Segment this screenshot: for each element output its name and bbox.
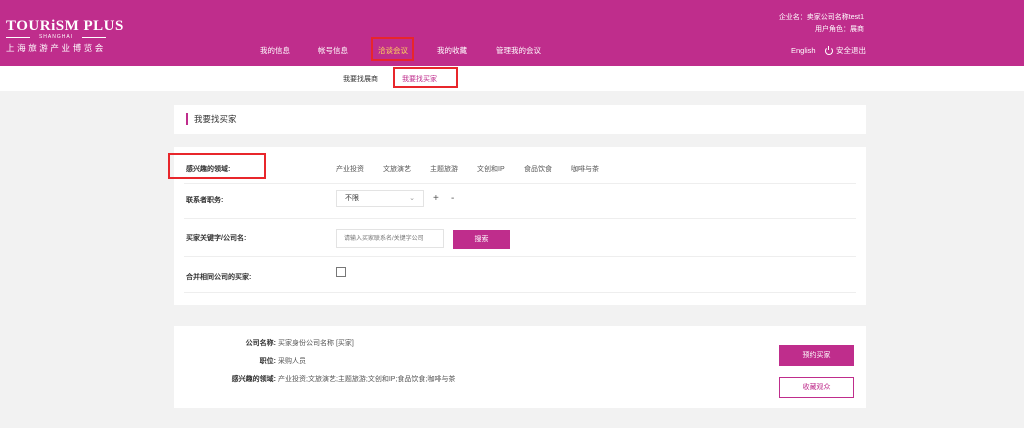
result-interest-value: 产业投资;文旅演艺;主题旅游;文创和IP;食品饮食;咖啡与茶 bbox=[278, 376, 456, 383]
logout-label: 安全退出 bbox=[836, 46, 866, 55]
highlight-box-nav bbox=[371, 37, 414, 61]
title-accent-bar bbox=[186, 113, 188, 125]
page-title-card: 我要找买家 bbox=[174, 105, 866, 134]
merge-label: 合并相同公司的买家: bbox=[186, 274, 252, 281]
highlight-box-interests bbox=[168, 153, 266, 179]
top-header: TOURiSM PLUS SHANGHAI 上海旅游产业博览会 我的信息 帐号信… bbox=[0, 0, 1024, 66]
logo[interactable]: TOURiSM PLUS SHANGHAI 上海旅游产业博览会 bbox=[6, 18, 124, 54]
user-info: 企业名：卖家公司名称test1 用户角色：展商 bbox=[779, 12, 864, 36]
logo-wordmark: TOURiSM PLUS bbox=[6, 18, 124, 34]
result-company-label: 公司名称: bbox=[245, 340, 276, 347]
interest-tag[interactable]: 咖啡与茶 bbox=[571, 164, 599, 174]
nav-account-info[interactable]: 帐号信息 bbox=[318, 44, 348, 58]
merge-company-checkbox[interactable] bbox=[336, 267, 346, 277]
nav-manage-meetings[interactable]: 管理我的会议 bbox=[496, 44, 541, 58]
result-position-label: 职位: bbox=[259, 358, 276, 365]
keyword-label: 买家关键字/公司名: bbox=[186, 235, 247, 242]
interest-tag[interactable]: 食品饮食 bbox=[524, 164, 552, 174]
page-title: 我要找买家 bbox=[194, 114, 237, 124]
search-button[interactable]: 搜索 bbox=[453, 230, 510, 249]
highlight-box-subnav bbox=[393, 67, 458, 88]
interest-tag[interactable]: 主题旅游 bbox=[430, 164, 458, 174]
filter-row-keyword: 买家关键字/公司名: bbox=[184, 219, 856, 257]
result-company-value: 买家身份公司名称 [买家] bbox=[278, 340, 354, 347]
user-role-text: 用户角色：展商 bbox=[815, 26, 864, 33]
interest-tag[interactable]: 文创和IP bbox=[477, 164, 505, 174]
add-position-button[interactable]: + bbox=[433, 193, 439, 205]
chevron-down-icon: ⌄ bbox=[409, 195, 415, 202]
book-buyer-button[interactable]: 预约买家 bbox=[779, 345, 854, 366]
filter-row-position: 联系者职务: bbox=[184, 184, 856, 219]
power-icon bbox=[825, 46, 833, 55]
company-name-text: 企业名：卖家公司名称test1 bbox=[778, 14, 864, 21]
interest-tag[interactable]: 产业投资 bbox=[336, 164, 364, 174]
result-position-value: 采购人员 bbox=[278, 358, 306, 365]
nav-my-info[interactable]: 我的信息 bbox=[260, 44, 290, 58]
result-interest-label: 感兴趣的领域: bbox=[231, 376, 276, 383]
language-switch[interactable]: English bbox=[791, 44, 816, 58]
position-label: 联系者职务: bbox=[186, 197, 224, 204]
subnav-find-exhibitors[interactable]: 我要找展商 bbox=[343, 75, 378, 85]
nav-my-favorites[interactable]: 我的收藏 bbox=[437, 44, 467, 58]
interest-tag[interactable]: 文旅演艺 bbox=[383, 164, 411, 174]
filter-panel: 感兴趣的领域: 产业投资 文旅演艺 主题旅游 文创和IP 食品饮食 咖啡与茶 联… bbox=[168, 147, 866, 305]
filter-row-interests: 感兴趣的领域: 产业投资 文旅演艺 主题旅游 文创和IP 食品饮食 咖啡与茶 bbox=[184, 147, 856, 184]
logout-button[interactable]: 安全退出 bbox=[825, 44, 866, 58]
logo-chinese-name: 上海旅游产业博览会 bbox=[6, 43, 106, 53]
logo-city: SHANGHAI bbox=[6, 34, 106, 41]
sub-navigation: 我要找展商 我要找买家 bbox=[0, 66, 1024, 91]
keyword-input[interactable] bbox=[336, 229, 444, 248]
buyer-result-card: 公司名称: 买家身份公司名称 [买家] 职位: 采购人员 感兴趣的领域: 产业投… bbox=[174, 326, 866, 408]
remove-position-button[interactable]: - bbox=[451, 193, 454, 205]
filter-row-merge: 合并相同公司的买家: bbox=[184, 257, 856, 293]
position-select[interactable]: 不限 ⌄ bbox=[336, 190, 424, 207]
position-select-value: 不限 bbox=[345, 195, 359, 202]
favorite-button[interactable]: 收藏观众 bbox=[779, 377, 854, 398]
